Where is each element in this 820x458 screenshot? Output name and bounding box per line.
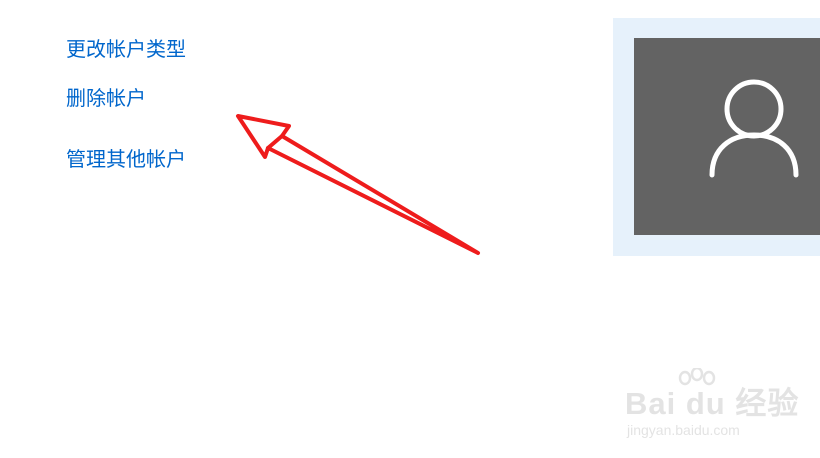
account-avatar xyxy=(634,38,820,235)
watermark-logo: Bai du 经验 xyxy=(625,386,800,421)
watermark-url: jingyan.baidu.com xyxy=(627,422,740,438)
cropped-header-text xyxy=(66,0,70,10)
change-account-type-link[interactable]: 更改帐户类型 xyxy=(66,37,186,61)
manage-other-accounts-link[interactable]: 管理其他帐户 xyxy=(66,147,186,171)
user-silhouette-icon xyxy=(709,79,799,178)
account-avatar-frame xyxy=(613,18,820,256)
delete-account-link[interactable]: 删除帐户 xyxy=(66,86,146,110)
account-settings-page: 更改帐户类型 删除帐户 管理其他帐户 Bai du 经验 jingyan.bai… xyxy=(0,0,820,458)
baidu-jingyan-watermark: Bai du 经验 jingyan.baidu.com xyxy=(625,368,805,448)
